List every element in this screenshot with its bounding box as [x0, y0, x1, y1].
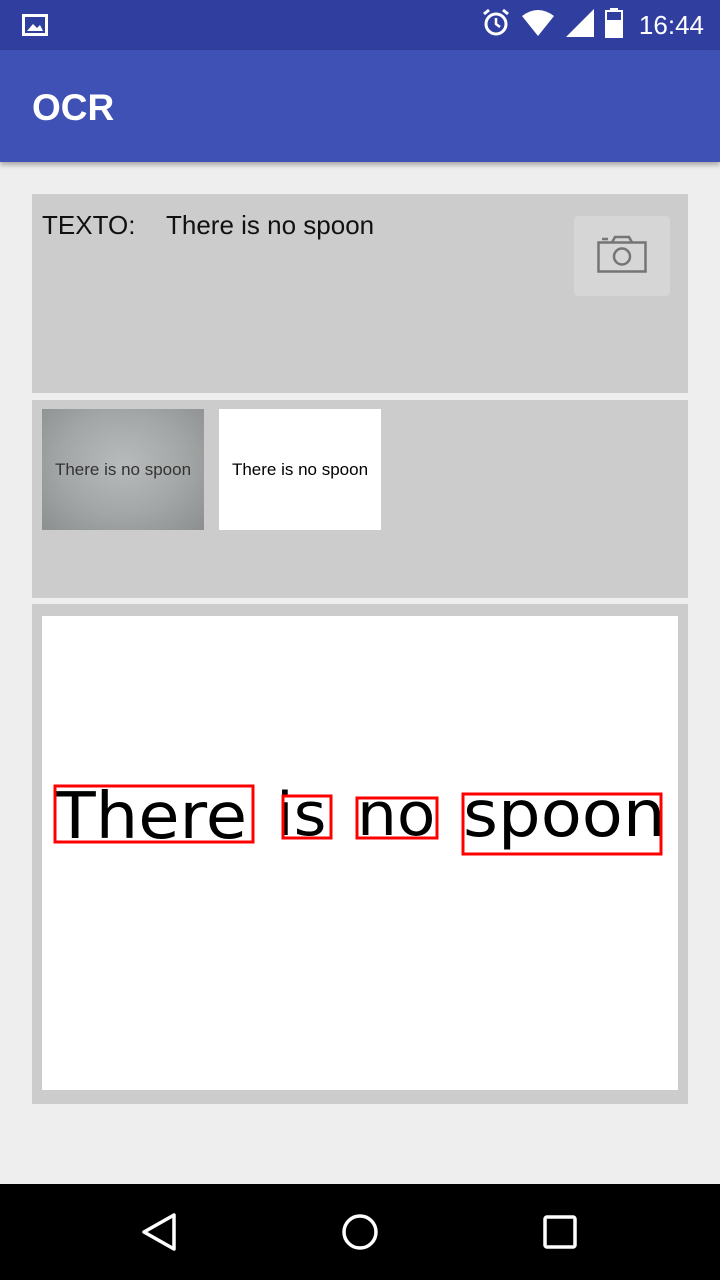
status-time: 16:44 — [638, 9, 704, 40]
thumbnails-panel: There is no spoon There is no spoon — [32, 400, 688, 598]
detection-result-image: There is no spoon — [42, 616, 678, 1090]
original-image-text: There is no spoon — [54, 459, 192, 479]
recognized-text: There is no spoon — [166, 210, 375, 240]
battery-icon — [604, 7, 623, 43]
detected-word-spoon: spoon — [463, 777, 665, 851]
original-image-thumbnail[interactable]: There is no spoon — [42, 409, 204, 530]
camera-button[interactable] — [574, 216, 670, 296]
binarized-image-text: There is no spoon — [231, 459, 369, 479]
back-icon[interactable] — [140, 1212, 180, 1257]
binarized-image-thumbnail[interactable]: There is no spoon — [219, 409, 381, 530]
camera-icon — [597, 235, 647, 278]
detection-result-panel: There is no spoon — [32, 604, 688, 1104]
alarm-icon — [481, 8, 511, 43]
signal-icon — [565, 8, 595, 43]
wifi-icon — [521, 9, 555, 42]
gallery-icon — [22, 14, 48, 41]
status-bar: 16:44 — [0, 0, 720, 50]
texto-label: TEXTO: — [42, 210, 136, 240]
recognized-text-panel: TEXTO: There is no spoon — [32, 194, 688, 393]
home-icon[interactable] — [340, 1212, 380, 1257]
navigation-bar — [0, 1184, 720, 1280]
app-title: OCR — [32, 87, 115, 128]
app-bar: OCR — [0, 50, 720, 162]
recents-icon[interactable] — [542, 1214, 578, 1255]
